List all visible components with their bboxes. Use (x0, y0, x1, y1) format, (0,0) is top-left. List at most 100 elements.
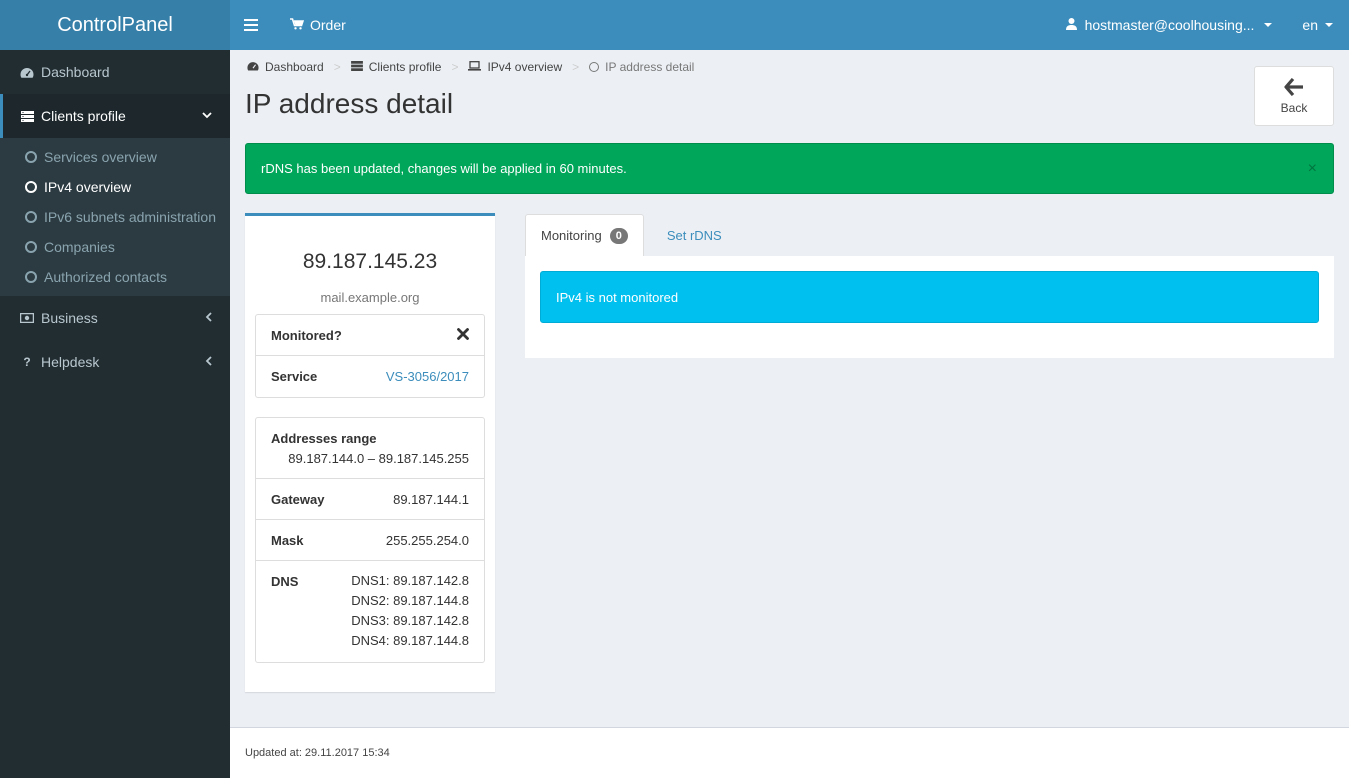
breadcrumb-clients-profile[interactable]: Clients profile (350, 60, 442, 74)
close-icon[interactable]: × (1308, 160, 1317, 178)
service-link[interactable]: VS-3056/2017 (386, 369, 469, 384)
breadcrumb-label: Clients profile (368, 60, 442, 74)
gateway-value: 89.187.144.1 (393, 491, 469, 507)
user-email: hostmaster@coolhousing... (1084, 17, 1255, 33)
clients-profile-submenu: Services overview IPv4 overview IPv6 sub… (0, 138, 230, 296)
dns-entry: DNS2: 89.187.144.8 (351, 593, 469, 608)
gateway-row: Gateway 89.187.144.1 (256, 479, 484, 520)
tabs-panel: Monitoring 0 Set rDNS IPv4 is not monito… (525, 214, 1334, 358)
gateway-label: Gateway (271, 491, 325, 507)
user-icon (1065, 17, 1077, 33)
info-message: IPv4 is not monitored (556, 289, 679, 305)
breadcrumb-ipv4-overview[interactable]: IPv4 overview (468, 60, 562, 74)
sidebar-subitem-ipv4-overview[interactable]: IPv4 overview (0, 172, 230, 202)
tab-content: IPv4 is not monitored (525, 256, 1334, 358)
dns-list: DNS1: 89.187.142.8 DNS2: 89.187.144.8 DN… (351, 571, 469, 651)
top-navbar: Order hostmaster@coolhousing... en (230, 0, 1349, 50)
monitored-label: Monitored? (271, 327, 342, 343)
tab-set-rdns[interactable]: Set rDNS (644, 214, 737, 256)
sidebar-item-label: Business (41, 310, 98, 326)
circle-icon (25, 211, 37, 223)
dashboard-icon (20, 67, 34, 78)
tab-label: Set rDNS (666, 227, 722, 243)
dashboard-icon (247, 60, 259, 74)
dns-entry: DNS4: 89.187.144.8 (351, 633, 469, 648)
range-value: 89.187.144.0 – 89.187.145.255 (288, 451, 469, 466)
app-logo[interactable]: ControlPanel (0, 0, 230, 50)
breadcrumb-dashboard[interactable]: Dashboard (247, 60, 324, 74)
circle-icon (589, 62, 600, 72)
circle-icon (25, 241, 37, 253)
chevron-left-icon (205, 355, 212, 369)
sidebar-item-clients-profile[interactable]: Clients profile (0, 94, 230, 138)
mask-value: 255.255.254.0 (385, 532, 469, 548)
circle-icon (25, 181, 37, 193)
sidebar-subitem-companies[interactable]: Companies (0, 232, 230, 262)
alert-message: rDNS has been updated, changes will be a… (261, 161, 627, 176)
sidebar-item-label: Helpdesk (41, 354, 100, 370)
breadcrumb-current: IP address detail (589, 60, 694, 74)
breadcrumb-label: IPv4 overview (487, 60, 563, 74)
breadcrumb-label: IP address detail (605, 60, 695, 74)
ip-hostname: mail.example.org (320, 290, 420, 305)
range-row: Addresses range 89.187.144.0 – 89.187.14… (256, 418, 484, 479)
sidebar-item-label: Clients profile (41, 108, 126, 124)
breadcrumb-separator: > (333, 60, 341, 74)
monitoring-count-badge: 0 (609, 227, 628, 244)
order-link[interactable]: Order (272, 17, 356, 33)
language-menu[interactable]: en (1288, 17, 1349, 33)
ip-address: 89.187.145.23 (302, 250, 438, 273)
dns-label: DNS (271, 574, 299, 589)
circle-icon (25, 271, 37, 283)
page-title: IP address detail (245, 88, 454, 119)
laptop-icon (468, 60, 482, 74)
mask-row: Mask 255.255.254.0 (256, 520, 484, 561)
success-alert: rDNS has been updated, changes will be a… (245, 143, 1334, 194)
service-row: Service VS-3056/2017 (256, 356, 484, 397)
service-label: Service (271, 369, 318, 384)
range-label: Addresses range (271, 431, 377, 446)
breadcrumb-separator: > (451, 60, 459, 74)
order-label: Order (310, 17, 346, 33)
caret-down-icon (1264, 23, 1273, 27)
chevron-left-icon (205, 311, 212, 325)
info-callout: IPv4 is not monitored (540, 271, 1319, 323)
back-button[interactable]: Back (1254, 66, 1334, 126)
sidebar-subitem-authorized-contacts[interactable]: Authorized contacts (0, 262, 230, 292)
times-icon (457, 327, 469, 343)
chevron-down-icon (202, 110, 212, 122)
sidebar-subitem-label: Services overview (44, 149, 157, 165)
sidebar-subitem-label: IPv6 subnets administration (44, 209, 216, 225)
ip-detail-box: 89.187.145.23 mail.example.org Monitored… (245, 213, 495, 692)
sidebar-subitem-label: Companies (44, 239, 115, 255)
footer: Updated at: 29.11.2017 15:34 (230, 727, 1349, 778)
language-label: en (1302, 17, 1318, 33)
money-icon (20, 313, 34, 323)
sidebar-subitem-ipv6-subnets[interactable]: IPv6 subnets administration (0, 202, 230, 232)
server-icon (20, 110, 34, 122)
sidebar: Dashboard Clients profile Services overv… (0, 50, 230, 778)
user-menu[interactable]: hostmaster@coolhousing... (1050, 17, 1289, 33)
dns-row: DNS DNS1: 89.187.142.8 DNS2: 89.187.144.… (256, 561, 484, 662)
monitored-row: Monitored? (256, 315, 484, 356)
menu-toggle-icon[interactable] (230, 0, 272, 50)
dns-entry: DNS1: 89.187.142.8 (351, 573, 469, 588)
sidebar-item-label: Dashboard (41, 64, 110, 80)
sidebar-subitem-services-overview[interactable]: Services overview (0, 142, 230, 172)
back-label: Back (1280, 100, 1308, 115)
question-icon: ? (23, 355, 31, 369)
tab-label: Monitoring (541, 228, 602, 243)
breadcrumb-separator: > (572, 60, 580, 74)
ip-network-list: Addresses range 89.187.144.0 – 89.187.14… (255, 417, 485, 663)
circle-icon (25, 151, 37, 163)
dns-entry: DNS3: 89.187.142.8 (351, 613, 469, 628)
sidebar-item-dashboard[interactable]: Dashboard (0, 50, 230, 94)
sidebar-item-business[interactable]: Business (0, 296, 230, 340)
mask-label: Mask (271, 532, 304, 548)
breadcrumb-label: Dashboard (265, 60, 324, 74)
breadcrumb: Dashboard > Clients profile > IPv4 overv… (247, 60, 694, 74)
caret-down-icon (1325, 23, 1333, 27)
updated-at: Updated at: 29.11.2017 15:34 (245, 747, 390, 759)
tab-monitoring[interactable]: Monitoring 0 (525, 214, 644, 256)
sidebar-item-helpdesk[interactable]: ? Helpdesk (0, 340, 230, 384)
